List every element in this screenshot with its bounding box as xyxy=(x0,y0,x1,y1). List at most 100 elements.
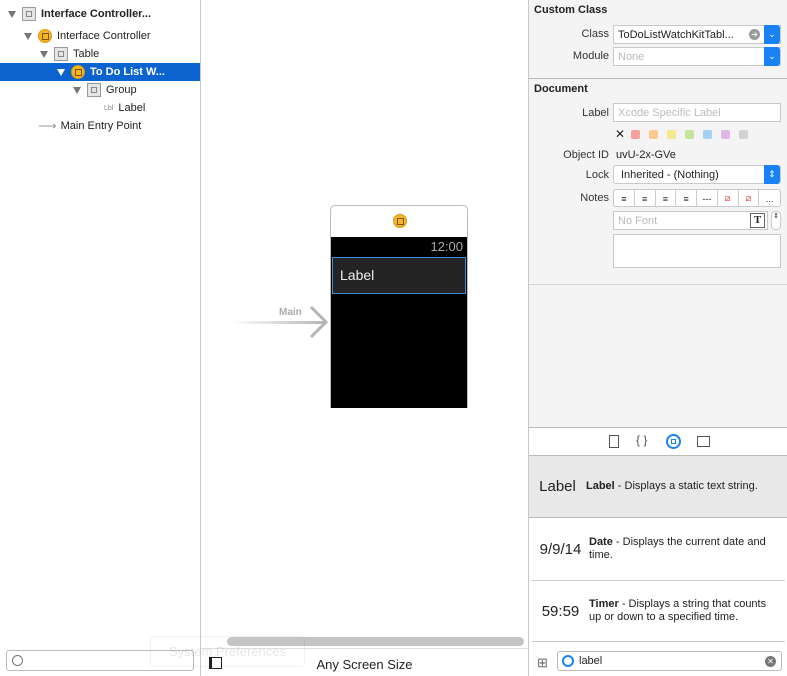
go-arrow-icon[interactable]: ➜ xyxy=(749,29,760,40)
outline-item-main-entry[interactable]: ⟶ Main Entry Point xyxy=(0,117,200,135)
braces-icon[interactable]: { } xyxy=(636,433,647,447)
doc-label-label: Label xyxy=(582,107,609,119)
storyboard-canvas[interactable]: Main 12:00 Label xyxy=(201,0,528,648)
class-label: Class xyxy=(581,28,609,40)
row-controller-icon xyxy=(71,65,85,79)
object-id-label: Object ID xyxy=(563,149,609,161)
no-color-icon[interactable]: ⧄ xyxy=(718,190,739,207)
item-name: Label xyxy=(586,480,615,492)
outline-item-label: Group xyxy=(106,84,137,96)
disclosure-triangle-icon[interactable] xyxy=(8,10,16,18)
class-value[interactable]: ToDoListWatchKitTabl... xyxy=(618,29,734,41)
watch-screen: 12:00 Label xyxy=(331,237,467,408)
watch-interface-controller[interactable]: 12:00 Label xyxy=(330,205,468,408)
object-filter-icon xyxy=(562,655,574,667)
outline-item-interface-controller[interactable]: Interface Controller xyxy=(0,27,200,45)
media-icon[interactable] xyxy=(697,436,710,447)
chevron-down-icon[interactable]: ⌄ xyxy=(764,25,780,44)
entry-arrow-icon xyxy=(309,305,329,339)
library-item-date[interactable]: 9/9/14 Date - Displays the current date … xyxy=(532,518,785,581)
controller-dock-icon xyxy=(393,214,407,228)
color-yellow[interactable] xyxy=(667,130,676,139)
grid-view-icon[interactable]: ⊞ xyxy=(537,655,548,671)
lock-value: Inherited - (Nothing) xyxy=(621,168,719,181)
divider xyxy=(529,78,787,79)
no-bg-color-icon[interactable]: ⧄ xyxy=(739,190,760,207)
xcode-label-input[interactable]: Xcode Specific Label xyxy=(613,103,781,122)
row-label[interactable]: Label xyxy=(340,267,374,283)
label-icon: Lbl xyxy=(104,104,114,112)
outline-item-label: Main Entry Point xyxy=(60,120,142,132)
color-blue[interactable] xyxy=(703,130,712,139)
module-placeholder: None xyxy=(618,50,645,63)
color-red[interactable] xyxy=(631,130,640,139)
table-row[interactable]: Label xyxy=(332,257,466,294)
outline-item-label: To Do List W... xyxy=(90,66,165,78)
ghost-tooltip: System Preferences xyxy=(150,636,305,667)
module-combobox[interactable]: None ⌄ xyxy=(613,47,781,66)
library-filter-input[interactable]: label ✕ xyxy=(557,651,782,671)
disclosure-triangle-icon[interactable] xyxy=(73,86,81,94)
group-icon xyxy=(87,83,101,97)
outline-item-scene[interactable]: Interface Controller... xyxy=(0,5,200,23)
color-gray[interactable] xyxy=(739,130,748,139)
status-time: 12:00 xyxy=(430,239,463,254)
font-field[interactable]: No Font T xyxy=(613,211,768,230)
class-combobox[interactable]: ToDoListWatchKitTabl... ➜ ⌄ xyxy=(613,25,781,44)
arrow-icon: ⟶ xyxy=(38,118,57,133)
interface-controller-icon xyxy=(38,29,52,43)
color-green[interactable] xyxy=(685,130,694,139)
item-name: Date xyxy=(589,536,613,548)
item-desc: - Displays a static text string. xyxy=(614,480,758,492)
label-preview-icon: Label xyxy=(539,478,576,495)
disclosure-triangle-icon[interactable] xyxy=(57,68,65,76)
section-title: Custom Class xyxy=(534,4,608,16)
filter-icon xyxy=(12,655,23,666)
color-orange[interactable] xyxy=(649,130,658,139)
more-options-button[interactable]: ... xyxy=(759,190,780,207)
disclosure-triangle-icon[interactable] xyxy=(40,50,48,58)
chevron-down-icon[interactable]: ⌄ xyxy=(764,47,780,66)
table-icon xyxy=(54,47,68,61)
library-tabbar: { } xyxy=(529,427,787,456)
library-item-timer[interactable]: 59:59 Timer - Displays a string that cou… xyxy=(532,581,785,642)
align-left-icon[interactable]: ≡ xyxy=(614,190,635,207)
color-purple[interactable] xyxy=(721,130,730,139)
justify-icon[interactable]: ≡ xyxy=(676,190,697,207)
outline-item-label: Interface Controller xyxy=(57,30,151,42)
font-size-stepper[interactable]: ⇕ xyxy=(771,211,781,230)
natural-align-icon[interactable]: --- xyxy=(697,190,718,207)
library-filter-bar: ⊞ label ✕ xyxy=(529,649,787,676)
outline-item-group[interactable]: Group xyxy=(0,81,200,99)
entry-point-label: Main xyxy=(279,307,302,318)
updown-chevron-icon[interactable]: ⇕ xyxy=(764,165,780,184)
clear-search-icon[interactable]: ✕ xyxy=(765,656,776,667)
module-label: Module xyxy=(572,50,609,62)
clear-color-icon[interactable]: ✕ xyxy=(615,127,625,141)
align-right-icon[interactable]: ≡ xyxy=(656,190,677,207)
notes-toolbar: ≡ ≡ ≡ ≡ --- ⧄ ⧄ ... xyxy=(613,189,781,207)
lock-label: Lock xyxy=(585,169,609,181)
timer-preview-icon: 59:59 xyxy=(541,602,580,620)
scene-icon xyxy=(22,7,36,21)
document-outline: Interface Controller... Interface Contro… xyxy=(0,0,201,676)
notes-textarea[interactable] xyxy=(613,234,781,268)
lock-popup[interactable]: Inherited - (Nothing) ⇕ xyxy=(613,165,781,184)
font-placeholder: No Font xyxy=(618,214,658,227)
filter-value[interactable]: label xyxy=(579,655,602,667)
align-center-icon[interactable]: ≡ xyxy=(635,190,656,207)
date-preview-icon: 9/9/14 xyxy=(539,540,582,558)
disclosure-triangle-icon[interactable] xyxy=(24,32,32,40)
font-picker-icon[interactable]: T xyxy=(750,213,765,228)
library-item-label[interactable]: Label Label - Displays a static text str… xyxy=(529,456,787,518)
object-icon[interactable] xyxy=(666,434,681,449)
section-title: Document xyxy=(534,83,588,95)
outline-item-row-controller[interactable]: To Do List W... xyxy=(0,63,200,81)
outline-item-label[interactable]: Lbl Label xyxy=(0,99,200,117)
item-name: Timer xyxy=(589,598,619,610)
outline-item-label: Interface Controller... xyxy=(41,8,152,20)
file-icon[interactable] xyxy=(609,435,619,448)
item-desc: - Displays the current date and time. xyxy=(589,536,766,561)
object-library: Label Label - Displays a static text str… xyxy=(529,456,787,649)
outline-item-table[interactable]: Table xyxy=(0,45,200,63)
